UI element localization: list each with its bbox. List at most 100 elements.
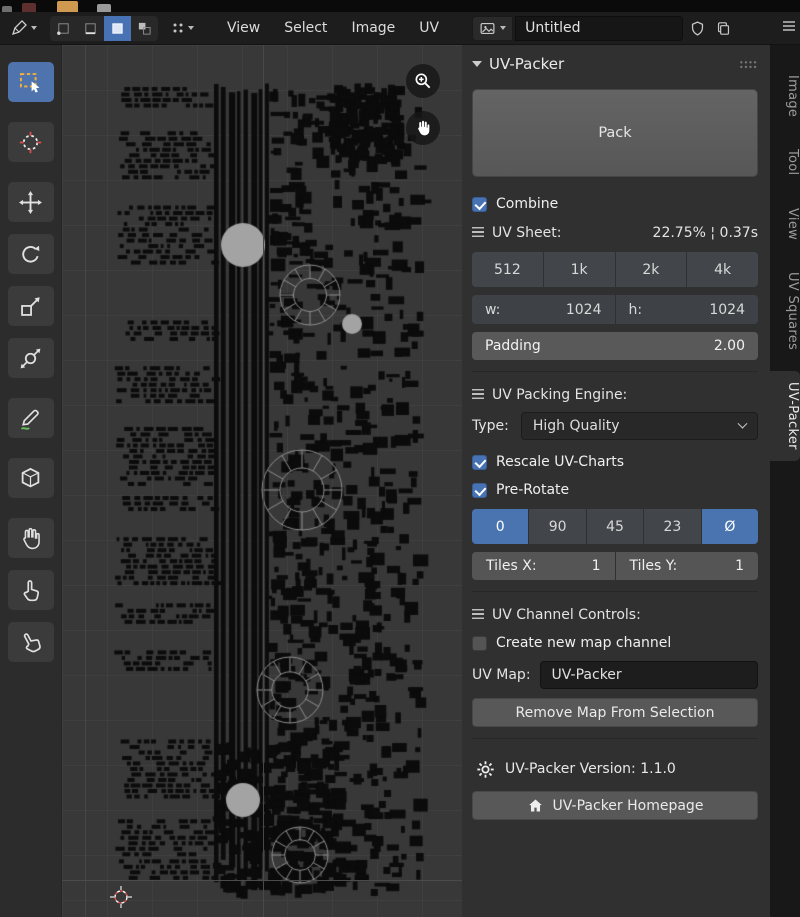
uv-canvas	[62, 45, 462, 917]
tab-image[interactable]: Image	[770, 64, 800, 128]
homepage-button[interactable]: UV-Packer Homepage	[472, 791, 758, 820]
size-2k-button[interactable]: 2k	[616, 252, 687, 287]
rotate-free-button[interactable]: Ø	[702, 509, 758, 544]
tool-annotate[interactable]	[8, 398, 54, 438]
combine-checkbox[interactable]	[472, 197, 487, 212]
image-browse-button[interactable]	[472, 16, 513, 41]
uv-axis-center	[263, 45, 264, 917]
duplicate-image-button[interactable]	[711, 16, 735, 41]
tool-move[interactable]	[8, 182, 54, 222]
editor-header: View Select Image UV Untitled	[0, 12, 800, 45]
list-icon	[472, 389, 484, 400]
sidebar-tabs: Image Tool View UV Squares UV-Packer	[770, 45, 800, 917]
uv-editor-viewport[interactable]	[62, 45, 462, 917]
select-face-mode-button[interactable]	[104, 16, 131, 41]
tab-uv-packer[interactable]: UV-Packer	[770, 371, 800, 461]
tool-box[interactable]	[8, 458, 54, 498]
uv-sheet-label: UV Sheet:	[492, 225, 561, 241]
tool-tweak-alt[interactable]	[8, 622, 54, 662]
menu-view[interactable]: View	[215, 20, 272, 36]
pack-button[interactable]: Pack	[472, 89, 758, 177]
tool-rotate[interactable]	[8, 234, 54, 274]
tool-transform[interactable]	[8, 338, 54, 378]
tab-uv-squares[interactable]: UV Squares	[770, 261, 800, 361]
zoom-button[interactable]	[406, 64, 440, 98]
image-name-field[interactable]: Untitled	[515, 16, 683, 41]
pan-hand-icon	[413, 118, 433, 138]
menu-bar: View Select Image UV	[215, 20, 451, 36]
pan-button[interactable]	[406, 111, 440, 145]
home-icon	[527, 797, 544, 814]
rescale-label: Rescale UV-Charts	[496, 454, 624, 470]
type-value: High Quality	[533, 418, 620, 434]
box-select-icon	[17, 69, 44, 96]
tiles-y-field[interactable]: Tiles Y: 1	[616, 552, 759, 580]
editor-type-button[interactable]	[6, 16, 41, 40]
rotate-45-button[interactable]: 45	[587, 509, 643, 544]
tab-tool[interactable]: Tool	[770, 138, 800, 186]
pointing-finger-tilted-icon	[17, 629, 44, 656]
tool-box-select[interactable]	[8, 62, 54, 102]
fake-user-shield-button[interactable]	[685, 16, 709, 41]
height-field[interactable]: h: 1024	[616, 295, 759, 324]
create-channel-label: Create new map channel	[496, 635, 671, 651]
tool-tweak[interactable]	[8, 570, 54, 610]
padding-slider[interactable]: Padding 2.00	[472, 332, 758, 360]
engine-label: UV Packing Engine:	[492, 387, 627, 403]
size-1k-button[interactable]: 1k	[544, 252, 615, 287]
2d-cursor	[110, 886, 132, 908]
width-field[interactable]: w: 1024	[472, 295, 615, 324]
clipped-icon	[97, 4, 111, 12]
create-channel-checkbox[interactable]	[472, 636, 487, 651]
size-512-button[interactable]: 512	[472, 252, 543, 287]
section-divider	[472, 591, 758, 592]
section-divider	[472, 738, 758, 739]
width-label: w:	[485, 302, 500, 318]
create-channel-checkbox-row[interactable]: Create new map channel	[472, 629, 758, 657]
hand-icon	[17, 525, 44, 552]
select-island-mode-button[interactable]	[131, 16, 158, 41]
duplicate-icon	[715, 20, 732, 37]
version-row: UV-Packer Version: 1.1.0	[472, 747, 758, 791]
uv-sheet-value: 22.75% ¦ 0.37s	[653, 225, 758, 241]
rotate-0-button[interactable]: 0	[472, 509, 528, 544]
collapse-triangle-icon[interactable]	[472, 61, 482, 67]
combine-checkbox-row[interactable]: Combine	[472, 190, 758, 218]
menu-uv[interactable]: UV	[407, 20, 451, 36]
remove-map-button[interactable]: Remove Map From Selection	[472, 698, 758, 727]
rotate-icon	[17, 241, 44, 268]
uv-sheet-row: UV Sheet: 22.75% ¦ 0.37s	[472, 218, 758, 247]
sticky-select-dropdown[interactable]	[167, 18, 198, 38]
uv-map-field[interactable]: UV-Packer	[540, 661, 758, 689]
version-label: UV-Packer Version: 1.1.0	[505, 761, 676, 777]
sticky-select-icon	[171, 21, 185, 35]
uv-axis-bottom	[62, 880, 462, 881]
rescale-checkbox-row[interactable]: Rescale UV-Charts	[472, 448, 758, 476]
rescale-checkbox[interactable]	[472, 455, 487, 470]
annotate-pencil-icon	[17, 405, 44, 432]
uv-select-mode-group	[50, 16, 158, 41]
engine-type-dropdown[interactable]: High Quality	[521, 412, 758, 440]
tool-scale[interactable]	[8, 286, 54, 326]
prerotate-checkbox-row[interactable]: Pre-Rotate	[472, 476, 758, 504]
tool-cursor[interactable]	[8, 122, 54, 162]
width-value: 1024	[566, 302, 602, 318]
prerotate-checkbox[interactable]	[472, 483, 487, 498]
rotate-90-button[interactable]: 90	[529, 509, 585, 544]
tab-view[interactable]: View	[770, 197, 800, 251]
header-overflow-icon[interactable]	[781, 18, 797, 38]
tool-grab-hand[interactable]	[8, 518, 54, 558]
tiles-x-field[interactable]: Tiles X: 1	[472, 552, 615, 580]
select-edge-mode-button[interactable]	[77, 16, 104, 41]
channel-section-label: UV Channel Controls:	[472, 600, 758, 629]
type-label: Type:	[472, 418, 509, 434]
list-icon	[472, 227, 484, 238]
engine-type-row: Type: High Quality	[472, 412, 758, 440]
menu-image[interactable]: Image	[339, 20, 407, 36]
menu-select[interactable]: Select	[272, 20, 339, 36]
grip-icon[interactable]	[739, 60, 758, 69]
select-vertex-icon	[56, 21, 71, 36]
size-4k-button[interactable]: 4k	[687, 252, 758, 287]
rotate-23-button[interactable]: 23	[644, 509, 700, 544]
select-vertex-mode-button[interactable]	[50, 16, 77, 41]
